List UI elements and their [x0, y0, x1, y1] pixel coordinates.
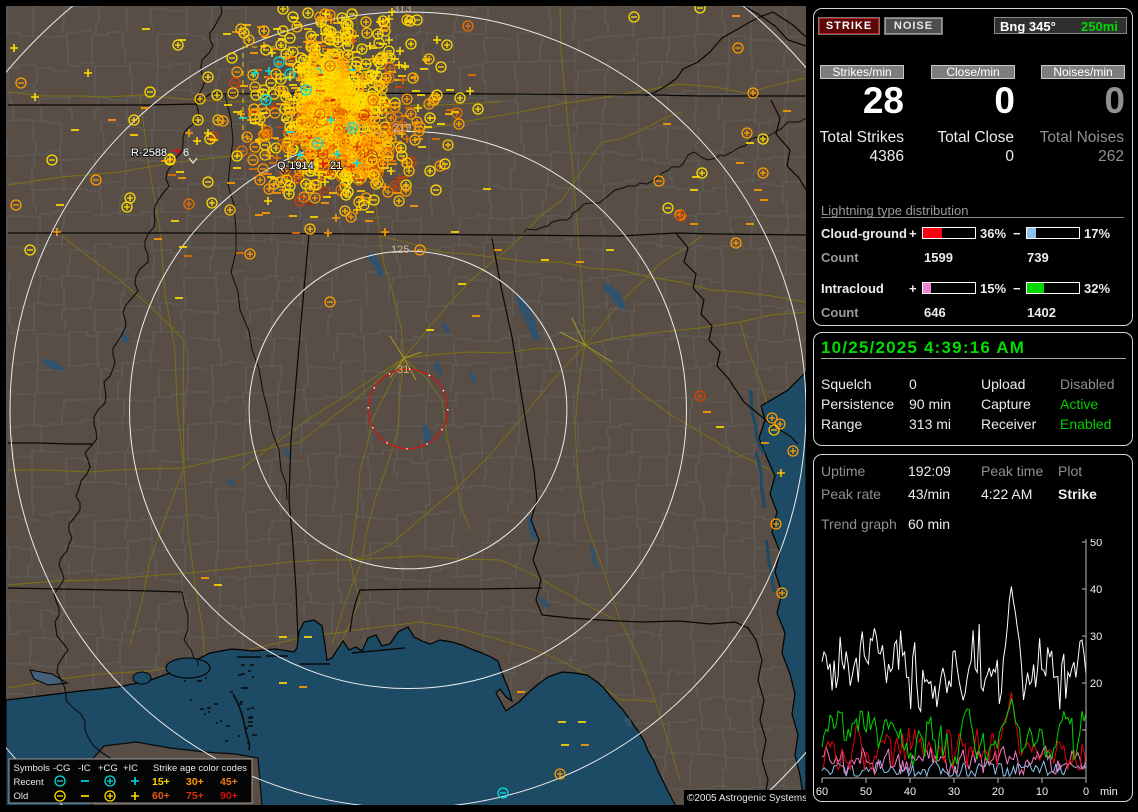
- svg-text:min: min: [1100, 786, 1118, 798]
- svg-text:50: 50: [860, 786, 872, 798]
- svg-text:Symbols: Symbols: [14, 763, 51, 774]
- svg-text:313: 313: [393, 6, 411, 15]
- svg-text:10: 10: [1036, 786, 1048, 798]
- svg-text:125: 125: [391, 244, 409, 256]
- svg-text:Recent: Recent: [14, 777, 44, 788]
- svg-text:Old: Old: [14, 791, 29, 802]
- svg-text:30: 30: [948, 786, 960, 798]
- svg-text:15+: 15+: [152, 776, 170, 788]
- svg-text:21: 21: [330, 160, 342, 172]
- svg-text:Strike age color codes: Strike age color codes: [153, 763, 247, 774]
- svg-text:75+: 75+: [186, 790, 204, 802]
- svg-text:45+: 45+: [220, 776, 238, 788]
- svg-text:0: 0: [1083, 786, 1089, 798]
- svg-text:20: 20: [1090, 678, 1102, 690]
- svg-text:40: 40: [1090, 584, 1102, 596]
- svg-text:30+: 30+: [186, 776, 204, 788]
- svg-text:31: 31: [397, 364, 409, 376]
- svg-text:60+: 60+: [152, 790, 170, 802]
- svg-text:+CG: +CG: [98, 763, 118, 774]
- svg-text:6: 6: [183, 147, 189, 159]
- svg-text:90+: 90+: [220, 790, 238, 802]
- svg-text:Q-1914: Q-1914: [277, 160, 314, 172]
- svg-text:-CG: -CG: [53, 763, 70, 774]
- svg-text:40: 40: [904, 786, 916, 798]
- svg-text:50: 50: [1090, 539, 1102, 549]
- svg-text:-IC: -IC: [78, 763, 91, 774]
- svg-text:R-2588: R-2588: [131, 147, 167, 159]
- svg-text:20: 20: [992, 786, 1004, 798]
- svg-text:30: 30: [1090, 631, 1102, 643]
- svg-text:60: 60: [816, 786, 828, 798]
- svg-text:+IC: +IC: [123, 763, 138, 774]
- svg-text:219: 219: [393, 122, 411, 134]
- svg-text:©2005 Astrogenic Systems: ©2005 Astrogenic Systems: [687, 793, 806, 804]
